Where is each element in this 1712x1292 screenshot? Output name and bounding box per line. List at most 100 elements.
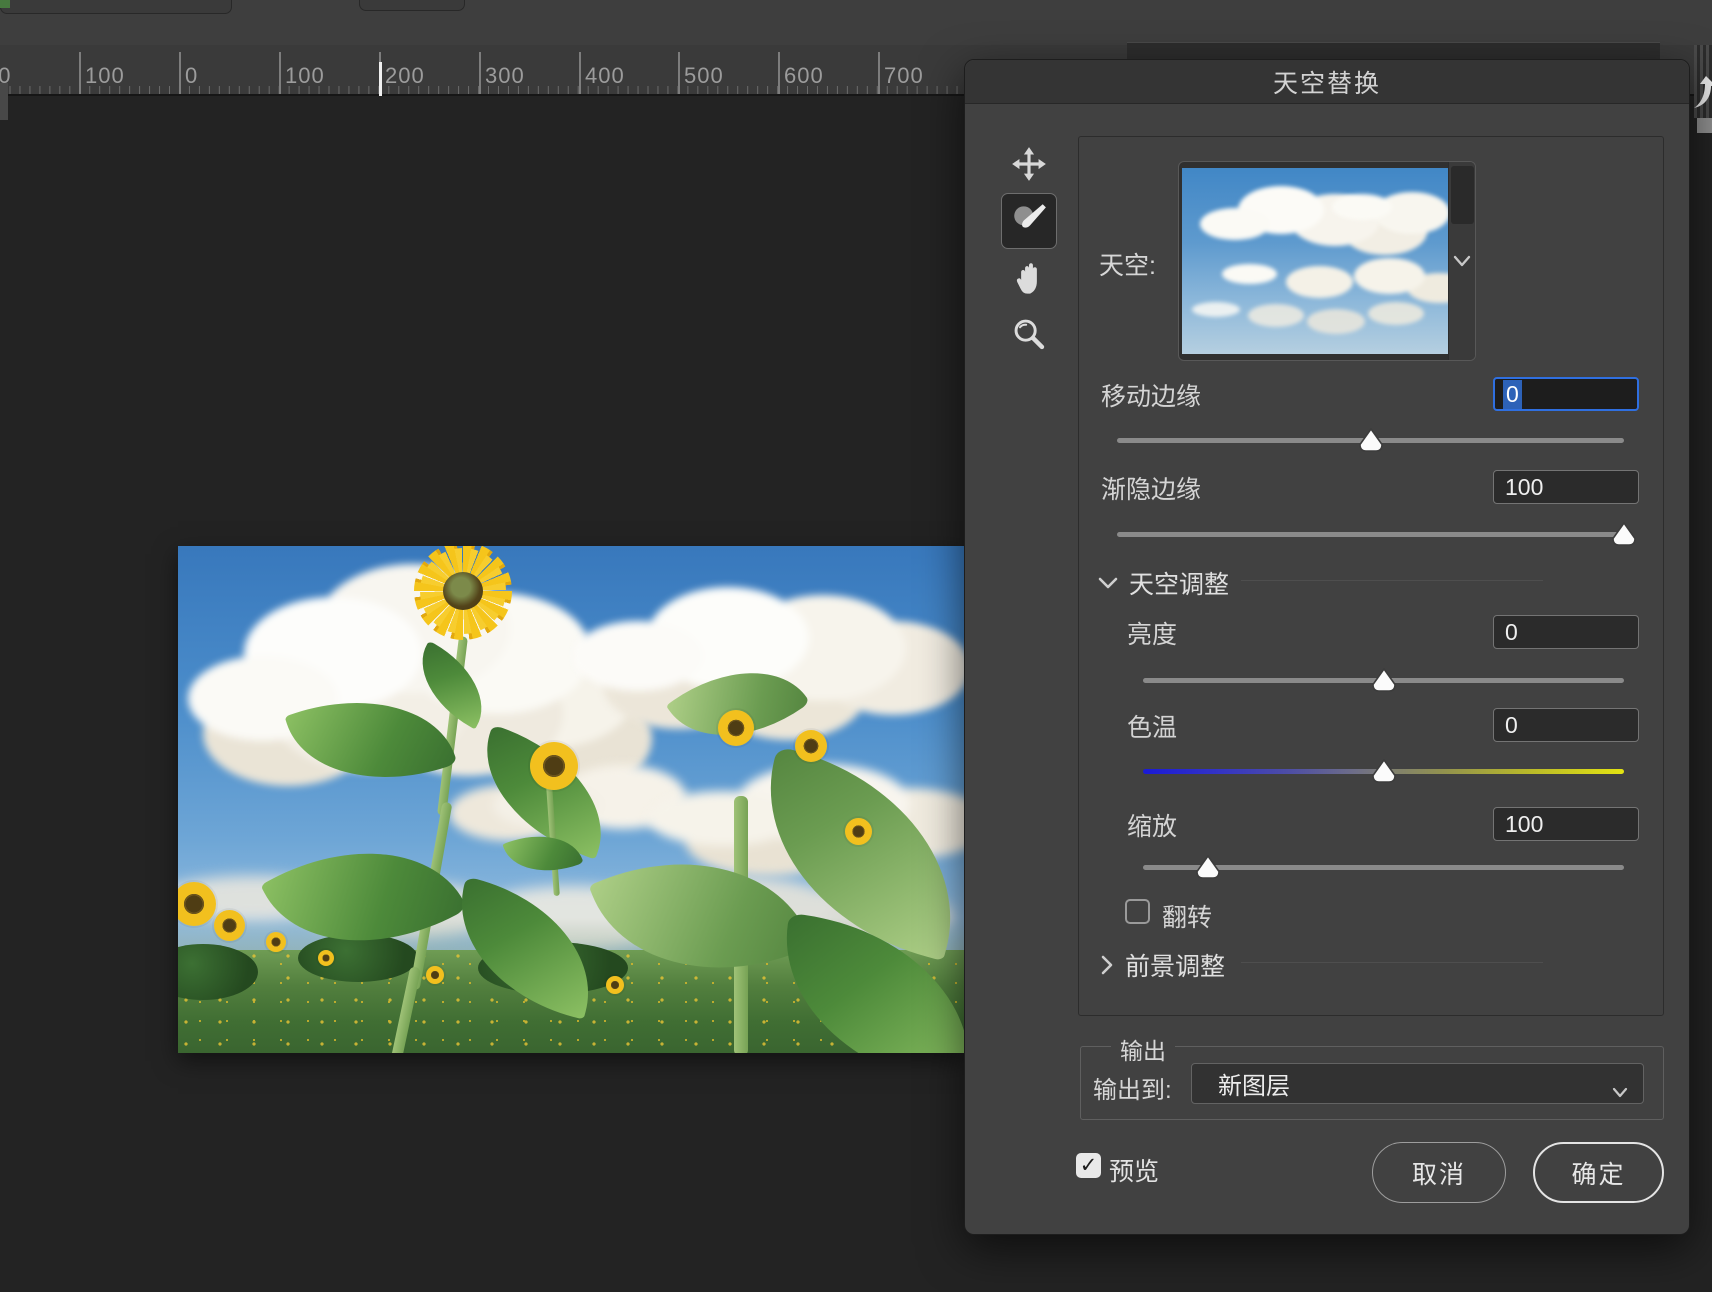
brightness-slider[interactable] <box>1143 678 1624 683</box>
scrollbar-thumb[interactable] <box>1451 166 1474 224</box>
zoom-tool-button[interactable] <box>1001 308 1057 364</box>
brightness-label: 亮度 <box>1127 615 1177 651</box>
move-tool-button[interactable] <box>1001 138 1057 194</box>
temperature-slider[interactable] <box>1143 769 1624 774</box>
background-panel <box>1127 42 1660 59</box>
sky-adjust-title: 天空调整 <box>1129 565 1229 601</box>
slider-thumb[interactable] <box>1372 668 1396 692</box>
preview-label: 预览 <box>1109 1152 1159 1188</box>
fade-edge-value: 100 <box>1505 474 1543 501</box>
ruler-major-tick <box>778 52 780 94</box>
ruler-major-tick <box>279 52 281 94</box>
ruler-tick-label: 200 <box>385 63 425 89</box>
shift-edge-label: 移动边缘 <box>1101 377 1201 413</box>
panel-edge-fragment <box>1697 118 1712 133</box>
flip-checkbox[interactable] <box>1125 899 1150 924</box>
dialog-titlebar[interactable]: 天空替换 <box>965 60 1689 104</box>
hand-tool-button[interactable] <box>1001 253 1057 309</box>
revert-arrow-icon[interactable] <box>1692 74 1712 119</box>
dialog-title: 天空替换 <box>1273 64 1381 100</box>
ruler-major-tick <box>179 52 181 94</box>
scale-value: 100 <box>1505 811 1543 838</box>
toolbar-stub <box>359 0 465 11</box>
hand-icon <box>1011 261 1047 302</box>
shift-edge-input[interactable]: 0 <box>1493 377 1639 411</box>
document-tab[interactable] <box>0 0 232 14</box>
chevron-down-icon[interactable] <box>1452 254 1472 273</box>
section-divider <box>1241 962 1543 963</box>
sunflower-head <box>606 976 624 994</box>
output-to-dropdown[interactable]: 新图层 <box>1191 1063 1644 1104</box>
sunflower-head <box>845 818 872 845</box>
ruler-tick-label: 100 <box>85 63 125 89</box>
chevron-down-icon <box>1611 1078 1629 1106</box>
brightness-value: 0 <box>1505 619 1518 646</box>
foreground-adjust-title: 前景调整 <box>1125 947 1225 983</box>
sunflower-head <box>414 546 512 640</box>
chevron-down-icon <box>1097 575 1119 591</box>
fade-edge-label: 渐隐边缘 <box>1101 470 1201 506</box>
flip-label: 翻转 <box>1162 898 1212 934</box>
brightness-input[interactable]: 0 <box>1493 615 1639 649</box>
ruler-cursor-marker <box>379 62 382 96</box>
photoshop-window: 0 0 100 0 100 200 300 400 500 600 700 <box>0 0 1712 1292</box>
sky-adjust-header[interactable]: 天空调整 <box>1097 565 1229 601</box>
sky-brush-icon <box>1010 200 1048 243</box>
ruler-major-tick <box>79 52 81 94</box>
ruler-tick-label: 0 <box>185 63 198 89</box>
scale-slider[interactable] <box>1143 865 1624 870</box>
sunflower-head <box>718 710 754 746</box>
foreground-adjust-header[interactable]: 前景调整 <box>1099 947 1225 983</box>
chevron-right-icon <box>1099 954 1115 976</box>
temperature-value: 0 <box>1505 712 1518 739</box>
ruler-tick-label: 300 <box>485 63 525 89</box>
slider-thumb[interactable] <box>1372 759 1396 783</box>
sunflower-head <box>426 966 444 984</box>
ok-button[interactable]: 确定 <box>1533 1142 1664 1203</box>
sky-preset-thumbnail <box>1182 168 1448 354</box>
sky-brush-tool-button[interactable] <box>1001 193 1057 249</box>
preview-checkbox[interactable]: ✓ <box>1076 1153 1101 1178</box>
output-to-value: 新图层 <box>1218 1066 1290 1101</box>
section-divider <box>1241 580 1543 581</box>
shift-edge-value: 0 <box>1503 380 1522 409</box>
canvas-image[interactable] <box>178 546 964 1053</box>
cancel-button[interactable]: 取消 <box>1372 1142 1506 1203</box>
ruler-tick-label: 500 <box>684 63 724 89</box>
slider-thumb[interactable] <box>1359 428 1383 452</box>
ruler-major-tick <box>678 52 680 94</box>
ruler-major-tick <box>579 52 581 94</box>
ruler-tick-label: 600 <box>784 63 824 89</box>
slider-thumb[interactable] <box>1196 855 1220 879</box>
photo-cloud <box>573 621 703 691</box>
sunflower-head <box>530 742 578 790</box>
sunflower-head <box>214 910 245 941</box>
shift-edge-slider[interactable] <box>1117 438 1624 443</box>
output-to-label: 输出到: <box>1093 1070 1172 1105</box>
sunflower-head <box>318 950 334 966</box>
ruler-tick-label: 400 <box>585 63 625 89</box>
temperature-label: 色温 <box>1127 708 1177 744</box>
scale-input[interactable]: 100 <box>1493 807 1639 841</box>
fade-edge-slider[interactable] <box>1117 532 1624 537</box>
slider-thumb[interactable] <box>1612 522 1636 546</box>
options-bar <box>0 0 1712 45</box>
photo-bush <box>298 934 418 982</box>
fade-edge-input[interactable]: 100 <box>1493 470 1639 504</box>
temperature-input[interactable]: 0 <box>1493 708 1639 742</box>
zoom-icon <box>1011 316 1047 357</box>
scale-label: 缩放 <box>1127 807 1177 843</box>
sunflower-head <box>795 730 827 762</box>
ruler-tick-label: 100 <box>285 63 325 89</box>
output-legend: 输出 <box>1111 1032 1175 1066</box>
sky-row-label: 天空: <box>1099 246 1156 282</box>
sky-preset-dropdown[interactable] <box>1178 161 1476 361</box>
ruler-corner <box>0 83 8 120</box>
sky-replacement-dialog: 天空替换 <box>964 59 1690 1235</box>
move-icon <box>1011 146 1047 187</box>
tool-icon-stub <box>0 0 10 8</box>
sunflower-head <box>266 932 286 952</box>
ruler-major-tick <box>878 52 880 94</box>
ruler-major-tick <box>479 52 481 94</box>
ruler-tick-label: 700 <box>884 63 924 89</box>
